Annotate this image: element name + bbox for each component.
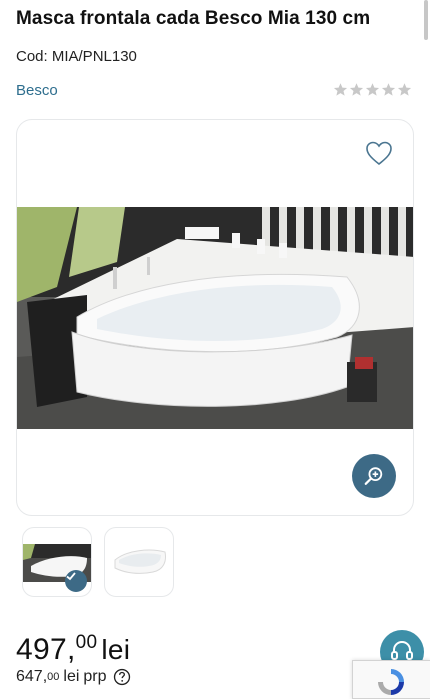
old-price-label: prp	[83, 668, 107, 685]
price-decimals: 00	[75, 632, 98, 653]
recaptcha-badge[interactable]	[352, 660, 430, 699]
old-price-integer: 647,	[16, 668, 48, 685]
recommended-price: 647,00 lei prp	[16, 668, 131, 686]
star-icon	[365, 83, 380, 96]
product-main-image[interactable]	[17, 207, 414, 429]
heart-outline-icon[interactable]	[365, 140, 393, 166]
help-circle-icon[interactable]	[113, 668, 131, 686]
zoom-button[interactable]	[352, 454, 396, 498]
rating-stars[interactable]	[333, 82, 412, 97]
bath-white-thumbnail[interactable]	[104, 527, 174, 597]
old-price-decimals: 00	[47, 671, 60, 683]
zoom-in-icon	[364, 467, 383, 485]
selected-check	[65, 570, 87, 592]
brand-link[interactable]: Besco	[16, 82, 58, 99]
checkmark-icon	[66, 572, 76, 581]
thumbnail-list	[22, 527, 174, 597]
star-icon	[333, 83, 348, 96]
star-icon	[397, 83, 412, 96]
page-scrollbar[interactable]	[424, 0, 428, 40]
old-price-currency: lei	[63, 668, 80, 685]
price-currency: lei	[101, 634, 131, 665]
product-title: Masca frontala cada Besco Mia 130 cm	[16, 8, 371, 29]
current-price: 497,00 lei	[16, 632, 130, 667]
recaptcha-icon	[378, 669, 404, 695]
thumbnail-image	[114, 549, 166, 574]
star-icon	[349, 83, 364, 96]
bath-in-room-thumbnail[interactable]	[22, 527, 92, 597]
product-code: Cod: MIA/PNL130	[16, 48, 137, 65]
price-integer: 497,	[16, 633, 76, 666]
star-icon	[381, 83, 396, 96]
product-gallery	[16, 119, 414, 516]
